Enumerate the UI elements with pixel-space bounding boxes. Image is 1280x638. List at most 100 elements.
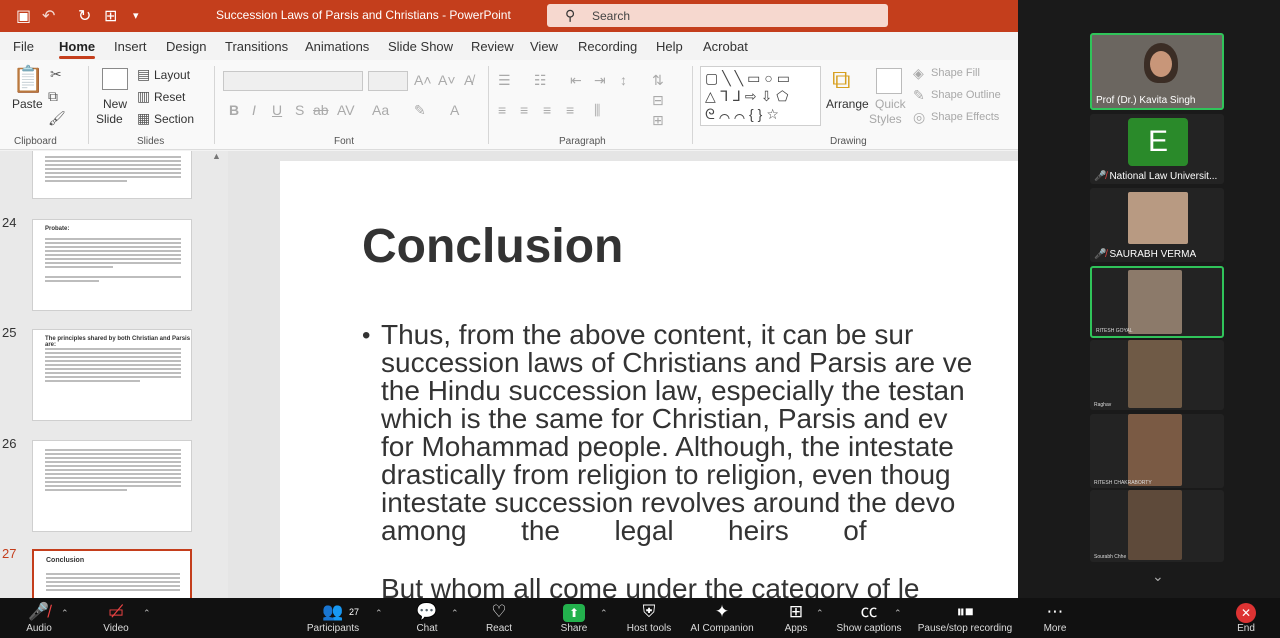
undo-icon[interactable]: ↶ — [42, 6, 55, 26]
clear-format-icon[interactable]: A̸ — [464, 72, 473, 88]
font-color-icon[interactable]: A — [450, 102, 459, 118]
columns-icon[interactable]: ⫼ — [594, 102, 600, 119]
text-direction-icon[interactable]: ⇅ — [652, 72, 664, 89]
tab-help[interactable]: Help — [656, 39, 683, 54]
save-icon[interactable]: ▣ — [16, 6, 31, 26]
grow-font-icon[interactable]: A˄ — [414, 72, 432, 88]
tab-insert[interactable]: Insert — [114, 39, 147, 54]
align-center-icon[interactable]: ≡ — [520, 102, 528, 118]
slide-thumbnail-selected[interactable]: Conclusion — [32, 549, 192, 598]
slide-thumbnail[interactable]: Probate: — [32, 219, 192, 311]
chevron-up-icon[interactable]: ⌃ — [375, 608, 383, 619]
chat-button[interactable]: 💬 Chat — [412, 601, 442, 634]
decrease-indent-icon[interactable]: ⇤ — [570, 72, 582, 89]
slide-thumbnail[interactable]: The principles shared by both Christian … — [32, 329, 192, 421]
tab-file[interactable]: File — [13, 39, 34, 54]
video-button[interactable]: ▭̸ Video — [98, 601, 134, 634]
slide-thumbnail-pane[interactable]: 24 Probate: 25 The principles shared by … — [0, 151, 228, 598]
slide-body-text[interactable]: Thus, from the above content, it can be … — [381, 321, 1018, 545]
paste-button[interactable]: Paste — [12, 97, 43, 111]
participant-tile[interactable]: 🎤̸ SAURABH VERMA — [1090, 188, 1224, 262]
chevron-down-icon[interactable]: ⌄ — [1152, 568, 1164, 585]
tab-review[interactable]: Review — [471, 39, 514, 54]
participant-tile[interactable]: Prof (Dr.) Kavita Singh — [1090, 33, 1224, 110]
align-left-icon[interactable]: ≡ — [498, 102, 506, 118]
participant-tile[interactable]: Sourabh Chhe — [1090, 490, 1224, 562]
increase-indent-icon[interactable]: ⇥ — [594, 72, 606, 89]
bold-icon[interactable]: B — [229, 102, 239, 118]
underline-icon[interactable]: U — [272, 102, 282, 118]
pause-recording-button[interactable]: ⏸⏹ Pause/stop recording — [914, 601, 1016, 634]
change-case-icon[interactable]: Aa — [372, 102, 389, 118]
redo-icon[interactable]: ↻ — [78, 6, 91, 26]
arrange-icon[interactable]: ⧉ — [832, 64, 851, 96]
numbering-icon[interactable]: ☷ — [534, 72, 547, 89]
arrange-button[interactable]: Arrange — [826, 97, 869, 111]
more-button[interactable]: ⋯ More — [1040, 601, 1070, 634]
section-button[interactable]: Section — [154, 112, 194, 126]
shapes-gallery[interactable]: ▢╲╲▭○▭ △ᒣᒧ⇨⇩⬠ ᘓ⌒⌒{}☆ — [700, 66, 821, 126]
quick-styles-label[interactable]: Styles — [869, 112, 902, 126]
slide-thumbnail[interactable] — [32, 151, 192, 199]
copy-icon[interactable]: ⧉ — [48, 88, 58, 105]
chevron-up-icon[interactable]: ⌃ — [143, 608, 151, 619]
participant-tile[interactable]: RITESH CHAKRABORTY — [1090, 414, 1224, 488]
apps-button[interactable]: ⊞ Apps — [782, 601, 810, 634]
slide-body-trailing[interactable]: But whom all come under the category of … — [381, 573, 920, 598]
customize-qat-icon[interactable]: ▾ — [133, 9, 139, 22]
participants-button[interactable]: 👥 Participants — [300, 601, 366, 634]
chevron-up-icon[interactable]: ⌃ — [451, 608, 459, 619]
cut-icon[interactable]: ✂ — [50, 66, 62, 83]
justify-icon[interactable]: ≡ — [566, 102, 574, 118]
tab-animations[interactable]: Animations — [305, 39, 369, 54]
participant-tile[interactable]: RITESH GOYAL — [1090, 266, 1224, 338]
quick-styles-button[interactable]: Quick — [875, 97, 906, 111]
tab-slide-show[interactable]: Slide Show — [388, 39, 453, 54]
slide-editor[interactable]: Conclusion • Thus, from the above conten… — [228, 151, 1018, 598]
tab-acrobat[interactable]: Acrobat — [703, 39, 748, 54]
tab-recording[interactable]: Recording — [578, 39, 637, 54]
slide-title[interactable]: Conclusion — [362, 219, 623, 274]
new-slide-icon[interactable] — [102, 68, 128, 90]
tab-home[interactable]: Home — [59, 39, 95, 54]
ai-companion-button[interactable]: ✦ AI Companion — [688, 601, 756, 634]
tab-design[interactable]: Design — [166, 39, 206, 54]
search-box[interactable]: ⚲ Search — [547, 4, 888, 27]
highlight-icon[interactable]: ✎ — [414, 102, 426, 119]
layout-button[interactable]: Layout — [154, 68, 190, 82]
new-slide-label[interactable]: Slide — [96, 112, 123, 126]
new-slide-button[interactable]: New — [103, 97, 127, 111]
chevron-up-icon[interactable]: ⌃ — [61, 608, 69, 619]
tab-transitions[interactable]: Transitions — [225, 39, 288, 54]
audio-button[interactable]: 🎤̸ Audio — [22, 601, 56, 634]
shrink-font-icon[interactable]: A˅ — [438, 72, 456, 88]
reset-button[interactable]: Reset — [154, 90, 185, 104]
present-icon[interactable]: ⊞ — [104, 6, 117, 26]
chevron-up-icon[interactable]: ⌃ — [600, 608, 608, 619]
quick-styles-icon[interactable] — [876, 68, 902, 94]
italic-icon[interactable]: I — [252, 102, 256, 118]
format-painter-icon[interactable]: 🖌 — [48, 110, 66, 127]
smartart-icon[interactable]: ⊞ — [652, 112, 664, 129]
char-spacing-icon[interactable]: AV — [337, 102, 355, 118]
share-button[interactable]: ⬆ Share — [557, 601, 591, 634]
tab-view[interactable]: View — [530, 39, 558, 54]
shape-outline-button[interactable]: Shape Outline — [931, 89, 1001, 101]
bullets-icon[interactable]: ☰ — [498, 72, 511, 89]
align-text-icon[interactable]: ⊟ — [652, 92, 664, 109]
chevron-up-icon[interactable]: ⌃ — [816, 608, 824, 619]
host-tools-button[interactable]: ⛨ Host tools — [624, 601, 674, 634]
slide-thumbnail[interactable] — [32, 440, 192, 532]
end-button[interactable]: ✕ End — [1232, 601, 1260, 634]
shape-effects-button[interactable]: Shape Effects — [931, 111, 999, 123]
scroll-up-icon[interactable]: ▲ — [212, 151, 221, 161]
participant-tile[interactable]: E 🎤̸ National Law Universit... — [1090, 114, 1224, 184]
react-button[interactable]: ♡ React — [484, 601, 514, 634]
align-right-icon[interactable]: ≡ — [543, 102, 551, 118]
line-spacing-icon[interactable]: ↕ — [620, 72, 627, 88]
font-size-select[interactable] — [368, 71, 408, 91]
strikethrough-icon[interactable]: ab — [313, 102, 329, 118]
font-name-select[interactable] — [223, 71, 363, 91]
shadow-icon[interactable]: S — [295, 102, 304, 118]
current-slide[interactable]: Conclusion • Thus, from the above conten… — [280, 161, 1018, 598]
